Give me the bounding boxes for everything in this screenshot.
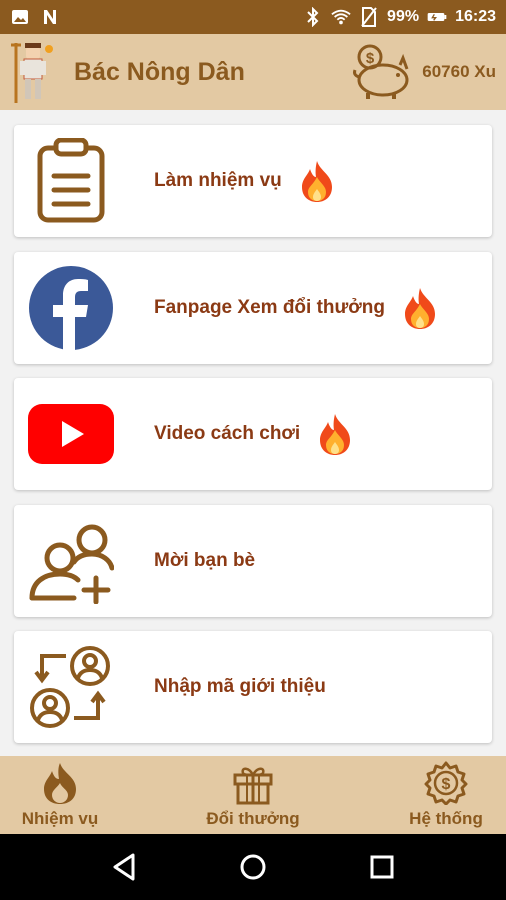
fire-icon — [44, 763, 76, 804]
menu-item-tasks[interactable]: Làm nhiệm vụ — [14, 125, 492, 237]
bottom-nav: Nhiệm vụ Đổi thưởng $ Hệ thống — [0, 756, 506, 834]
menu-item-fanpage[interactable]: Fanpage Xem đổi thưởng — [14, 252, 492, 364]
wifi-icon — [331, 7, 351, 27]
tab-label: Đổi thưởng — [206, 809, 300, 828]
settings-coin-icon: $ — [424, 761, 468, 805]
clipboard-icon — [28, 138, 114, 224]
farmer-logo — [11, 43, 53, 103]
recents-button[interactable] — [364, 849, 400, 885]
home-icon — [240, 854, 266, 880]
piggy-bank-icon: $ — [353, 44, 409, 99]
no-sim-icon — [359, 7, 379, 27]
referral-code-icon — [28, 644, 114, 730]
image-icon — [10, 7, 30, 27]
coin-balance: 60760 Xu — [422, 62, 496, 81]
battery-icon — [427, 7, 447, 27]
facebook-icon — [28, 265, 114, 351]
home-button[interactable] — [235, 849, 271, 885]
menu-item-label: Mời bạn bè — [154, 550, 256, 571]
back-icon — [113, 853, 135, 881]
clock: 16:23 — [455, 8, 496, 25]
recents-icon — [370, 855, 394, 879]
tab-tasks[interactable]: Nhiệm vụ — [10, 756, 110, 834]
gift-icon — [233, 767, 273, 805]
menu-item-label: Fanpage Xem đổi thưởng — [154, 297, 385, 318]
fire-hot-icon — [301, 161, 332, 202]
menu-item-video[interactable]: Video cách chơi — [14, 378, 492, 490]
back-button[interactable] — [106, 849, 142, 885]
tab-label: Hệ thống — [409, 809, 483, 828]
n-icon — [40, 7, 60, 27]
tab-rewards[interactable]: Đổi thưởng — [203, 756, 303, 834]
battery-percent: 99% — [387, 8, 420, 25]
coin-balance-area[interactable]: $ 60760 Xu — [350, 43, 496, 101]
add-friend-icon — [28, 518, 114, 604]
menu-item-label: Nhập mã giới thiệu — [154, 676, 326, 697]
menu-item-invite[interactable]: Mời bạn bè — [14, 505, 492, 617]
menu-list: Làm nhiệm vụ Fanpage Xem đổi thưởng Vide… — [0, 110, 506, 756]
menu-item-label: Video cách chơi — [154, 423, 301, 444]
svg-text:$: $ — [366, 50, 375, 67]
fire-hot-icon — [405, 288, 435, 329]
menu-item-label: Làm nhiệm vụ — [154, 170, 282, 191]
menu-item-referral[interactable]: Nhập mã giới thiệu — [14, 631, 492, 743]
fire-hot-icon — [320, 414, 351, 455]
system-nav-bar — [0, 834, 506, 900]
bluetooth-icon — [303, 7, 323, 27]
status-bar: 99% 16:23 — [0, 0, 506, 34]
app-header: Bác Nông Dân $ 60760 Xu — [0, 34, 506, 110]
tab-system[interactable]: $ Hệ thống — [396, 756, 496, 834]
tab-label: Nhiệm vụ — [21, 809, 99, 828]
app-title: Bác Nông Dân — [74, 57, 245, 86]
youtube-icon — [28, 391, 114, 477]
svg-text:$: $ — [442, 776, 451, 793]
